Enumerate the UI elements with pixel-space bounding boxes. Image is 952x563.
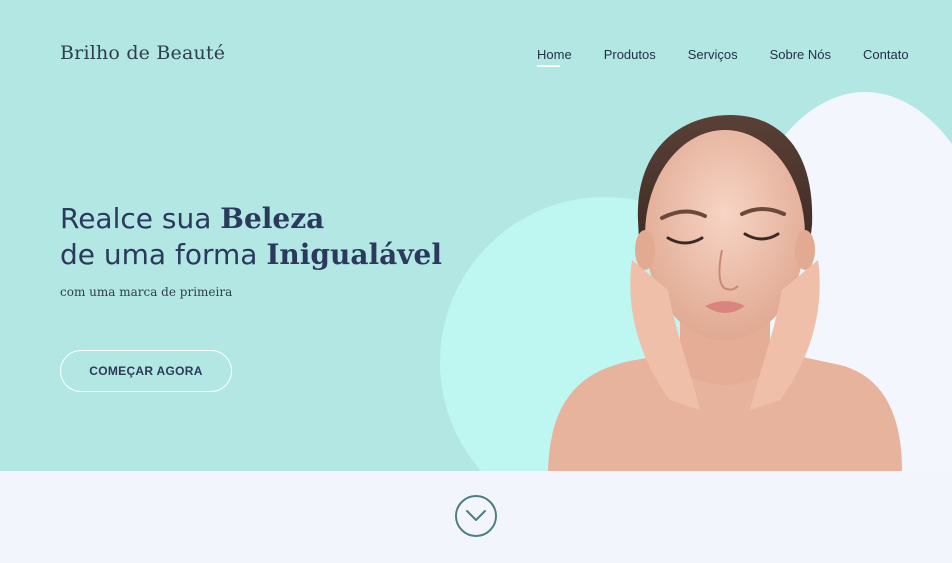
headline-line1-light: Realce sua: [60, 202, 221, 235]
headline-line2-strong: Inigualável: [266, 238, 442, 271]
headline-line2-light: de uma forma: [60, 238, 267, 271]
main-nav: Home Produtos Serviços Sobre Nós Contato: [537, 47, 909, 67]
brand-logo[interactable]: Brilho de Beauté: [60, 42, 225, 64]
nav-item-servicos[interactable]: Serviços: [688, 47, 738, 62]
nav-item-contato[interactable]: Contato: [863, 47, 909, 62]
nav-item-sobre-nos[interactable]: Sobre Nós: [770, 47, 831, 62]
headline-line1-strong: Beleza: [220, 202, 325, 235]
nav-item-home[interactable]: Home: [537, 47, 572, 67]
start-now-button[interactable]: COMEÇAR AGORA: [60, 350, 232, 392]
chevron-down-icon: [466, 510, 486, 521]
hero-section: Brilho de Beauté Home Produtos Serviços …: [0, 0, 952, 471]
scroll-down-button[interactable]: [455, 495, 497, 537]
woman-portrait-image: [548, 115, 902, 471]
hero-subtitle: com uma marca de primeira: [60, 285, 233, 299]
hero-headline: Realce sua Beleza de uma forma Inigualáv…: [60, 201, 442, 273]
nav-item-produtos[interactable]: Produtos: [604, 47, 656, 62]
